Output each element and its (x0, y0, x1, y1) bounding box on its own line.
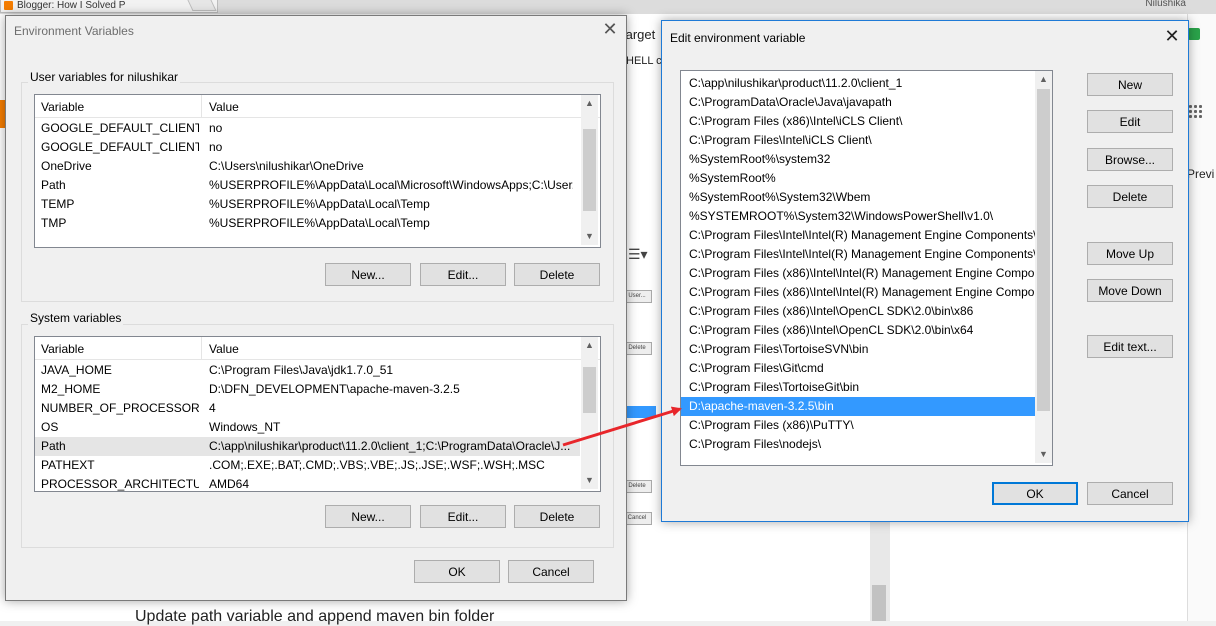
list-item[interactable]: %SystemRoot%\System32\Wbem (681, 188, 1035, 207)
page-scrollbar-thumb[interactable] (872, 585, 886, 621)
dialog-title: Edit environment variable (670, 31, 806, 45)
list-item[interactable]: %SystemRoot%\system32 (681, 150, 1035, 169)
table-row[interactable]: PROCESSOR_ARCHITECTURE AMD64 (35, 475, 580, 491)
system-list-scrollbar[interactable]: ▲ ▼ (581, 337, 598, 489)
list-item[interactable]: %SystemRoot% (681, 169, 1035, 188)
close-icon[interactable]: ✕ (598, 19, 622, 41)
browser-tab[interactable]: Blogger: How I Solved P (0, 0, 218, 13)
list-item[interactable]: C:\ProgramData\Oracle\Java\javapath (681, 93, 1035, 112)
table-row[interactable]: PATHEXT .COM;.EXE;.BAT;.CMD;.VBS;.VBE;.J… (35, 456, 580, 475)
user-list-scrollbar[interactable]: ▲ ▼ (581, 95, 598, 245)
table-row[interactable]: GOOGLE_DEFAULT_CLIENT_ID no (35, 119, 580, 138)
delete-button[interactable]: Delete (1087, 185, 1173, 208)
browse-button[interactable]: Browse... (1087, 148, 1173, 171)
table-row[interactable]: M2_HOME D:\DFN_DEVELOPMENT\apache-maven-… (35, 380, 580, 399)
apps-grid-icon[interactable] (1188, 104, 1202, 118)
scroll-thumb[interactable] (583, 129, 596, 211)
move-up-button[interactable]: Move Up (1087, 242, 1173, 265)
table-row-selected[interactable]: Path C:\app\nilushikar\product\11.2.0\cl… (35, 437, 580, 456)
user-variables-list[interactable]: Variable Value GOOGLE_DEFAULT_CLIENT_ID … (34, 94, 601, 248)
cancel-button[interactable]: Cancel (508, 560, 594, 583)
path-entries-list[interactable]: C:\app\nilushikar\product\11.2.0\client_… (680, 70, 1053, 466)
bg-text-hell: HELL c (626, 55, 662, 67)
scroll-up-icon[interactable]: ▲ (581, 95, 598, 112)
list-item[interactable]: C:\Program Files\TortoiseGit\bin (681, 378, 1035, 397)
table-row[interactable]: OneDrive C:\Users\nilushikar\OneDrive (35, 157, 580, 176)
browser-tab-title: Blogger: How I Solved P (17, 0, 126, 11)
close-icon[interactable]: ✕ (1160, 26, 1184, 48)
list-item[interactable]: C:\app\nilushikar\product\11.2.0\client_… (681, 74, 1035, 93)
bg-text-previ: Previ (1187, 167, 1215, 181)
user-variables-label: User variables for nilushikar (28, 70, 181, 84)
scroll-down-icon[interactable]: ▼ (1035, 446, 1052, 463)
user-new-button[interactable]: New... (325, 263, 411, 286)
bg-selection (626, 406, 656, 418)
ok-button[interactable]: OK (992, 482, 1078, 505)
path-list-scrollbar[interactable]: ▲ ▼ (1035, 71, 1052, 463)
list-item[interactable]: C:\Program Files (x86)\Intel\OpenCL SDK\… (681, 321, 1035, 340)
user-edit-button[interactable]: Edit... (420, 263, 506, 286)
scroll-thumb[interactable] (583, 367, 596, 413)
scroll-down-icon[interactable]: ▼ (581, 228, 598, 245)
column-value[interactable]: Value (209, 100, 239, 114)
list-item[interactable]: C:\Program Files (x86)\Intel\OpenCL SDK\… (681, 302, 1035, 321)
browser-user-name: Nilushika (1145, 0, 1186, 9)
environment-variables-dialog: Environment Variables ✕ User variables f… (5, 15, 627, 601)
list-header: Variable Value (35, 337, 600, 360)
list-item[interactable]: C:\Program Files\nodejs\ (681, 435, 1035, 454)
system-new-button[interactable]: New... (325, 505, 411, 528)
blogger-favicon-icon (4, 1, 13, 10)
table-row[interactable]: JAVA_HOME C:\Program Files\Java\jdk1.7.0… (35, 361, 580, 380)
move-down-button[interactable]: Move Down (1087, 279, 1173, 302)
column-variable[interactable]: Variable (41, 342, 84, 356)
dialog-title: Environment Variables (14, 24, 134, 38)
list-item[interactable]: C:\Program Files (x86)\Intel\Intel(R) Ma… (681, 283, 1035, 302)
table-row[interactable]: Path %USERPROFILE%\AppData\Local\Microso… (35, 176, 580, 195)
list-item[interactable]: C:\Program Files\Intel\Intel(R) Manageme… (681, 245, 1035, 264)
cancel-button[interactable]: Cancel (1087, 482, 1173, 505)
blog-body-text: Update path variable and append maven bi… (135, 608, 495, 625)
list-item[interactable]: C:\Program Files (x86)\Intel\Intel(R) Ma… (681, 264, 1035, 283)
scroll-thumb[interactable] (1037, 89, 1050, 411)
scroll-up-icon[interactable]: ▲ (1035, 71, 1052, 88)
edit-button[interactable]: Edit (1087, 110, 1173, 133)
ok-button[interactable]: OK (414, 560, 500, 583)
align-icon: ☰▾ (628, 246, 648, 262)
list-item[interactable]: C:\Program Files\Git\cmd (681, 359, 1035, 378)
list-item[interactable]: %SYSTEMROOT%\System32\WindowsPowerShell\… (681, 207, 1035, 226)
list-item[interactable]: C:\Program Files\Intel\iCLS Client\ (681, 131, 1035, 150)
list-item[interactable]: C:\Program Files\Intel\Intel(R) Manageme… (681, 226, 1035, 245)
column-variable[interactable]: Variable (41, 100, 84, 114)
scroll-down-icon[interactable]: ▼ (581, 472, 598, 489)
user-delete-button[interactable]: Delete (514, 263, 600, 286)
table-row[interactable]: TMP %USERPROFILE%\AppData\Local\Temp (35, 214, 580, 233)
list-item[interactable]: C:\Program Files (x86)\PuTTY\ (681, 416, 1035, 435)
system-edit-button[interactable]: Edit... (420, 505, 506, 528)
share-icon[interactable] (1188, 28, 1200, 40)
list-item-selected[interactable]: D:\apache-maven-3.2.5\bin (681, 397, 1035, 416)
edit-text-button[interactable]: Edit text... (1087, 335, 1173, 358)
table-row[interactable]: GOOGLE_DEFAULT_CLIENT_... no (35, 138, 580, 157)
system-delete-button[interactable]: Delete (514, 505, 600, 528)
list-item[interactable]: C:\Program Files (x86)\Intel\iCLS Client… (681, 112, 1035, 131)
scroll-up-icon[interactable]: ▲ (581, 337, 598, 354)
list-header: Variable Value (35, 95, 600, 118)
new-tab-button[interactable] (187, 0, 217, 11)
list-item[interactable]: C:\Program Files\TortoiseSVN\bin (681, 340, 1035, 359)
table-row[interactable]: OS Windows_NT (35, 418, 580, 437)
edit-environment-variable-dialog: Edit environment variable ✕ C:\app\nilus… (661, 20, 1189, 522)
column-value[interactable]: Value (209, 342, 239, 356)
table-row[interactable]: TEMP %USERPROFILE%\AppData\Local\Temp (35, 195, 580, 214)
system-variables-label: System variables (28, 311, 124, 325)
new-button[interactable]: New (1087, 73, 1173, 96)
system-variables-list[interactable]: Variable Value JAVA_HOME C:\Program File… (34, 336, 601, 492)
table-row[interactable]: NUMBER_OF_PROCESSORS 4 (35, 399, 580, 418)
